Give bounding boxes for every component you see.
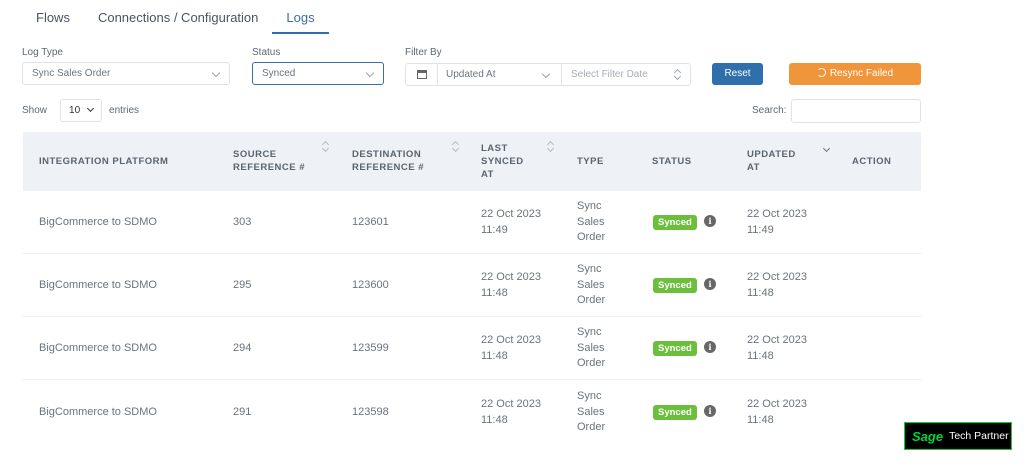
filter-date-placeholder: Select Filter Date <box>571 69 648 80</box>
table-row: BigCommerce to SDMO 303 123601 22 Oct 20… <box>23 191 921 254</box>
chevron-down-icon <box>541 69 551 79</box>
sage-logo-mark: Sage <box>912 428 944 444</box>
sort-icon <box>547 141 553 153</box>
resync-failed-label: Resync Failed <box>829 68 894 79</box>
sync-icon <box>816 68 826 77</box>
calendar-icon <box>416 70 427 79</box>
cell-source-reference: 295 <box>233 279 252 291</box>
info-icon[interactable]: i <box>704 278 716 290</box>
cell-updated-at: 22 Oct 2023 11:48 <box>747 334 807 362</box>
tab-logs[interactable]: Logs <box>272 0 329 34</box>
status-label: Status <box>252 47 281 58</box>
cell-destination-reference: 123600 <box>352 279 389 291</box>
cell-source-reference: 303 <box>233 216 252 228</box>
cell-destination-reference: 123599 <box>352 342 389 354</box>
column-header-updated-at[interactable]: UPDATED AT <box>747 148 807 174</box>
table-row: BigCommerce to SDMO 294 123599 22 Oct 20… <box>23 317 921 380</box>
column-header-action: ACTION <box>852 156 892 167</box>
status-badge: Synced <box>653 215 697 230</box>
cell-platform: BigCommerce to SDMO <box>39 406 157 418</box>
cell-destination-reference: 123598 <box>352 406 389 418</box>
tab-bar: Flows Connections / Configuration Logs <box>22 0 329 34</box>
info-icon[interactable]: i <box>704 341 716 353</box>
up-down-icon <box>674 69 680 81</box>
cell-updated-at: 22 Oct 2023 11:48 <box>747 398 807 426</box>
search-label: Search: <box>752 105 787 116</box>
table-row: BigCommerce to SDMO 295 123600 22 Oct 20… <box>23 254 921 317</box>
table-header: INTEGRATION PLATFORM SOURCE REFERENCE # … <box>23 132 921 191</box>
sort-desc-icon <box>823 141 829 153</box>
info-icon[interactable]: i <box>704 405 716 417</box>
cell-type: Sync Sales Order <box>577 390 606 433</box>
sage-logo-text: Tech Partner <box>949 430 1009 442</box>
cell-platform: BigCommerce to SDMO <box>39 216 157 228</box>
reset-button[interactable]: Reset <box>712 63 763 85</box>
calendar-addon <box>406 64 438 85</box>
sort-icon <box>452 141 458 153</box>
log-type-label: Log Type <box>22 47 63 58</box>
page-length-select[interactable]: 10 <box>60 99 103 122</box>
show-label: Show <box>22 105 48 116</box>
log-type-select[interactable]: Sync Sales Order <box>22 62 230 85</box>
status-select[interactable]: Synced <box>252 62 384 85</box>
filter-date-input[interactable]: Select Filter Date <box>562 64 690 85</box>
cell-type: Sync Sales Order <box>577 200 606 243</box>
cell-destination-reference: 123601 <box>352 216 389 228</box>
cell-type: Sync Sales Order <box>577 263 606 306</box>
filter-by-label: Filter By <box>405 47 442 58</box>
filter-by-select[interactable]: Updated At <box>438 64 562 85</box>
column-header-last-synced-at[interactable]: LAST SYNCED AT <box>481 142 529 181</box>
column-header-integration-platform[interactable]: INTEGRATION PLATFORM <box>39 155 168 168</box>
cell-last-synced-at: 22 Oct 2023 11:49 <box>481 208 541 236</box>
cell-last-synced-at: 22 Oct 2023 11:48 <box>481 271 541 299</box>
filter-by-value: Updated At <box>446 69 496 80</box>
entries-label: entries <box>109 105 140 116</box>
tab-flows[interactable]: Flows <box>22 0 84 34</box>
tab-connections-configuration[interactable]: Connections / Configuration <box>84 0 272 34</box>
column-header-destination-reference[interactable]: DESTINATION REFERENCE # <box>352 148 442 174</box>
chevron-down-icon <box>86 104 95 113</box>
filter-by-group: Updated At Select Filter Date <box>405 63 691 86</box>
column-header-status[interactable]: STATUS <box>652 155 692 168</box>
column-header-source-reference[interactable]: SOURCE REFERENCE # <box>233 148 319 174</box>
status-value: Synced <box>262 68 296 79</box>
cell-source-reference: 291 <box>233 406 252 418</box>
table-row: BigCommerce to SDMO 291 123598 22 Oct 20… <box>23 380 921 443</box>
cell-type: Sync Sales Order <box>577 326 606 369</box>
cell-last-synced-at: 22 Oct 2023 11:48 <box>481 334 541 362</box>
cell-updated-at: 22 Oct 2023 11:49 <box>747 208 807 236</box>
cell-updated-at: 22 Oct 2023 11:48 <box>747 271 807 299</box>
page-length-value: 10 <box>69 105 81 116</box>
info-icon[interactable]: i <box>704 215 716 227</box>
status-badge: Synced <box>653 341 697 356</box>
sort-icon <box>322 141 328 153</box>
page-length-control: Show 10 entries <box>22 99 139 122</box>
status-badge: Synced <box>653 278 697 293</box>
cell-platform: BigCommerce to SDMO <box>39 279 157 291</box>
status-badge: Synced <box>653 405 697 420</box>
sage-tech-partner-logo: Sage Tech Partner <box>904 422 1012 450</box>
log-type-value: Sync Sales Order <box>32 68 111 79</box>
resync-failed-button[interactable]: Resync Failed <box>789 63 921 85</box>
column-header-type[interactable]: TYPE <box>577 155 604 168</box>
search-input[interactable] <box>791 99 921 123</box>
cell-source-reference: 294 <box>233 342 252 354</box>
cell-last-synced-at: 22 Oct 2023 11:48 <box>481 398 541 426</box>
chevron-down-icon <box>211 68 221 78</box>
cell-platform: BigCommerce to SDMO <box>39 342 157 354</box>
chevron-down-icon <box>365 68 375 78</box>
